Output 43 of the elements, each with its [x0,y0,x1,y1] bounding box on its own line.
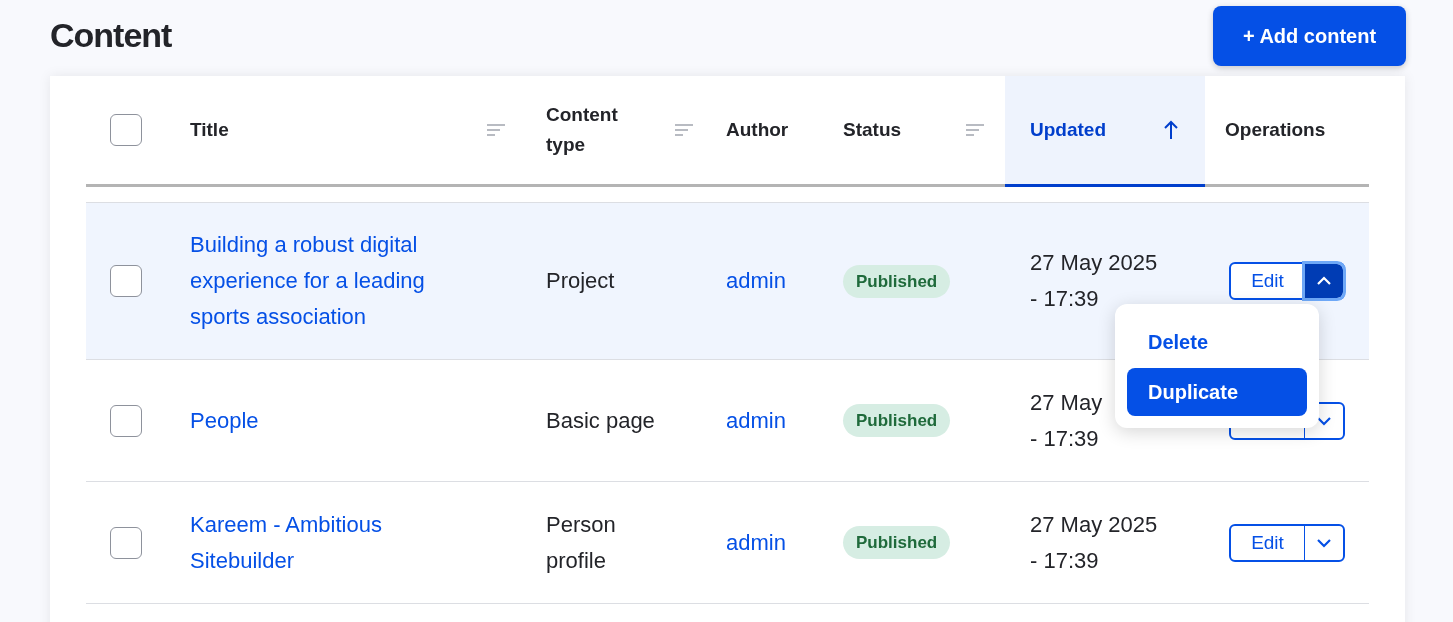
arrow-up-icon[interactable] [1163,120,1179,140]
chevron-down-icon [1316,415,1332,426]
operations-split-button[interactable]: Edit [1229,523,1345,562]
content-type-text: Project [546,267,615,295]
add-content-button[interactable]: + Add content [1213,6,1406,66]
updated-date: 27 May [1029,388,1103,417]
row-checkbox[interactable] [110,526,142,559]
chevron-down-icon [1316,537,1332,548]
column-header: Author [726,118,789,142]
row-checkbox[interactable] [110,265,142,297]
sort-icon[interactable] [486,123,506,137]
updated-date: 27 May 2025 [1029,510,1158,539]
updated-time: - 17:39 [1029,285,1099,313]
sort-icon[interactable] [674,123,694,137]
title-link[interactable]: Kareem - Ambitious Sitebuilder [190,506,420,579]
author-link[interactable]: admin [726,524,786,561]
menu-item[interactable]: Duplicate [1127,368,1307,416]
content-type-text: Basic page [546,406,655,435]
sortable-column-header[interactable]: Title [190,115,229,145]
operations-toggle[interactable] [1305,264,1343,298]
column-header: Operations [1225,118,1326,142]
status-badge: Published [843,264,951,298]
sortable-column-header[interactable]: Updated [1030,115,1106,145]
menu-item[interactable]: Delete [1127,318,1307,366]
updated-date: 27 May 2025 [1029,249,1158,277]
title-link[interactable]: People [190,402,259,439]
content-type-text: Person profile [546,510,617,575]
chevron-up-icon [1316,276,1332,286]
status-badge: Published [843,526,951,559]
author-link[interactable]: admin [726,263,786,299]
updated-time: - 17:39 [1029,424,1099,453]
status-badge: Published [843,404,951,437]
operations-split-button[interactable]: Edit [1229,262,1345,300]
title-link[interactable]: Building a robust digital experience for a leading sports association [190,227,490,335]
updated-time: - 17:39 [1029,546,1099,575]
select-all-checkbox[interactable] [110,114,142,146]
edit-button[interactable]: Edit [1231,525,1305,560]
sortable-column-header[interactable]: Status [843,115,902,145]
sort-icon[interactable] [965,123,985,137]
row-checkbox[interactable] [110,404,142,437]
author-link[interactable]: admin [726,402,786,439]
page-title: Content [50,15,172,55]
sortable-column-header[interactable]: Content type [546,100,656,160]
